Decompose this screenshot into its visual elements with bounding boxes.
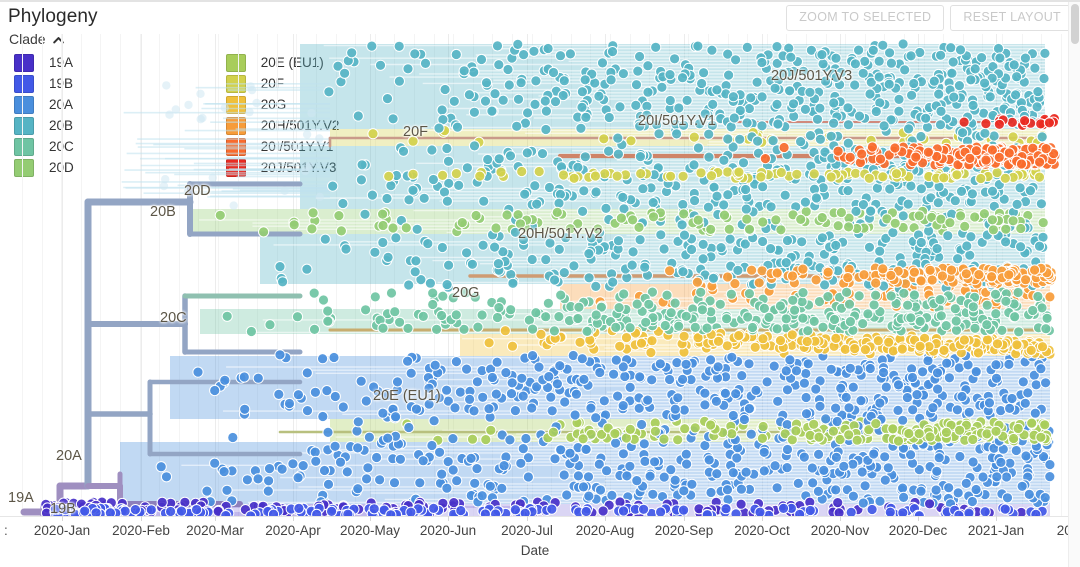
axis-tick-label: 2020-Feb <box>112 523 170 538</box>
axis-tick <box>215 516 216 521</box>
axis-tick-label: 2020-Apr <box>265 523 321 538</box>
axis-title: Date <box>520 543 550 558</box>
reset-layout-button[interactable]: RESET LAYOUT <box>950 5 1074 31</box>
axis-tick <box>605 516 606 521</box>
axis-tick <box>62 516 63 521</box>
axis-tick <box>141 516 142 521</box>
axis-tick <box>996 516 997 521</box>
axis-tick-label: 2020-Aug <box>575 523 635 538</box>
date-axis: : 2020-Jan 2020-Feb 2020-Mar 2020-Apr 2020-M… <box>0 516 1080 567</box>
axis-tick-label: 2020-Oct <box>734 523 790 538</box>
panel-top-divider <box>0 0 1080 2</box>
axis-tick-label: 2020-Sep <box>654 523 714 538</box>
phylogeny-panel: Phylogeny ZOOM TO SELECTED RESET LAYOUT … <box>0 0 1080 567</box>
axis-tick-label: 2020-May <box>339 523 401 538</box>
axis-tick <box>762 516 763 521</box>
axis-prefix: : <box>4 523 8 538</box>
axis-tick <box>527 516 528 521</box>
axis-tick <box>370 516 371 521</box>
axis-tick-label: 2020-Jul <box>501 523 553 538</box>
axis-tick-label: 2020-Jan <box>33 523 91 538</box>
phylogenetic-tree[interactable] <box>0 34 1070 516</box>
axis-tick <box>684 516 685 521</box>
panel-action-buttons: ZOOM TO SELECTED RESET LAYOUT <box>786 5 1074 31</box>
axis-tick <box>918 516 919 521</box>
vertical-scrollbar[interactable] <box>1068 2 1080 567</box>
axis-tick-label: 2021-Jan <box>967 523 1025 538</box>
axis-tick <box>293 516 294 521</box>
phylogeny-plot[interactable] <box>0 34 1070 516</box>
scrollbar-thumb[interactable] <box>1071 4 1079 44</box>
axis-tick-label: 2020-Nov <box>810 523 870 538</box>
zoom-to-selected-button[interactable]: ZOOM TO SELECTED <box>786 5 945 31</box>
axis-tick-label: 2020-Mar <box>186 523 244 538</box>
axis-line <box>0 516 1070 517</box>
axis-tick <box>840 516 841 521</box>
axis-tick <box>448 516 449 521</box>
axis-tick-label: 2020-Jun <box>419 523 477 538</box>
axis-tick-label: 2020-Dec <box>888 523 948 538</box>
page-title: Phylogeny <box>8 6 98 27</box>
